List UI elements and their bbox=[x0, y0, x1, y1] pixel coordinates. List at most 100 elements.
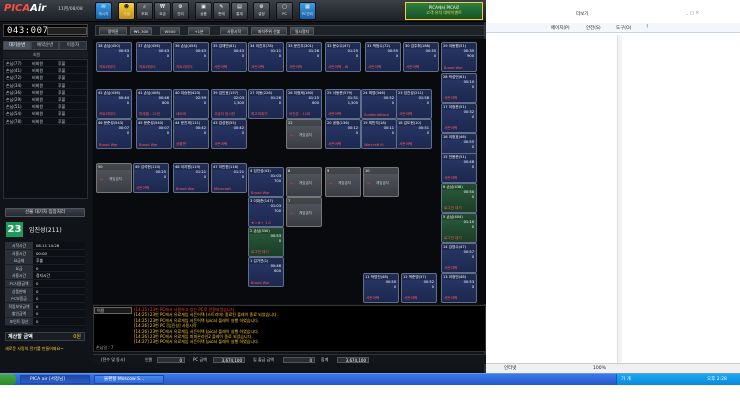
seat-24[interactable]: 24 최영(346) 00:52 0 SuddenAttack bbox=[361, 89, 397, 119]
message-button[interactable]: ✉ 메시지 bbox=[95, 2, 112, 20]
seat-50-empty[interactable]: 50 ⇠ 게임금지 bbox=[96, 163, 132, 193]
notice-link[interactable]: 새로운 사랑의 전기를 만들어봐요~ bbox=[5, 345, 85, 353]
seat-45[interactable]: 45 문준성(540) 00:07 0 Brood War bbox=[136, 119, 172, 149]
tray-lang[interactable]: 가 개 bbox=[621, 374, 631, 385]
seat-8-empty[interactable]: 8 ⇠ 게임금지 bbox=[286, 167, 322, 197]
seat-48[interactable]: 48 이지원(119) 01:21 0 Brood War bbox=[173, 163, 209, 193]
member-row[interactable]: 손님(29) 비회원 후불 bbox=[4, 96, 87, 104]
seat-23[interactable]: 23 임진성(211) 01:58 0 서든어택 bbox=[396, 89, 432, 119]
seat-17[interactable]: 17 이정준(51) 00:32 0 서든어택 bbox=[441, 103, 477, 133]
seat-44[interactable]: 44 문진재(111) 00:42 0 상황판 bbox=[173, 119, 209, 149]
member-row[interactable]: 손님(34) 비회원 후불 bbox=[4, 82, 87, 89]
sale-button[interactable]: ✎ 판매 bbox=[213, 2, 230, 20]
tab-users[interactable]: 이용자 bbox=[59, 41, 87, 50]
seat-11[interactable]: 11 박영진(48) 00:50 0 서든어택 bbox=[363, 273, 399, 303]
seat-31[interactable]: 31 박범수(72) 00:55 0 서든어택 bbox=[365, 42, 401, 72]
manage-button[interactable]: ⚙ 관리 bbox=[172, 2, 189, 20]
seat-2[interactable]: 2 손님(330) 00:53 0 로그인 대기 bbox=[248, 227, 284, 257]
ad-banner[interactable]: PICA에서 PICA로 고객 유치 대박이벤트 bbox=[405, 2, 483, 20]
seat-36[interactable]: 36 손님(454) 00:43 0 카트라이더 bbox=[173, 42, 209, 72]
menu-safety[interactable]: 안전(S) bbox=[586, 25, 601, 31]
seat-20[interactable]: 20 공정(136) 00:12 0 서든어택 bbox=[325, 119, 361, 149]
help-icon[interactable]: ? bbox=[646, 25, 648, 30]
prepaid-around-button[interactable]: 좌석주위 선불 bbox=[251, 27, 287, 35]
task-pica[interactable]: PICA air [서정님] bbox=[20, 375, 90, 384]
menu-more[interactable]: 더보기 bbox=[576, 11, 588, 17]
member-row[interactable]: 손님(72) 비회원 후불 bbox=[4, 74, 87, 82]
seat-30[interactable]: 30 김주휘(188) 00:35 0 서든어택 bbox=[403, 42, 439, 72]
fee-button[interactable]: ₩ 요금 bbox=[154, 2, 171, 20]
seat-47[interactable]: 47 이민한(116) 01:21 0 Minecraft bbox=[211, 163, 247, 193]
seat-42[interactable]: 42 손님(436) 00:44 0 카트라이더 bbox=[96, 89, 132, 119]
clock-input[interactable] bbox=[47, 27, 87, 35]
member-row[interactable]: 손님(77) 비회원 후불 bbox=[4, 60, 87, 68]
seat-40[interactable]: 40 이승현(423) 02:59 0 네이버 bbox=[173, 89, 209, 119]
seat-41[interactable]: 41 손님(408) 00:46 800 마계열 - 21단 bbox=[136, 89, 172, 119]
price-1300-button[interactable]: ₩1,300 bbox=[130, 27, 152, 35]
member-row[interactable]: 손님(54) 비회원 후불 bbox=[4, 110, 87, 118]
seat-14[interactable]: 14 김영수(47) 00:57 0 서든어택 bbox=[441, 243, 477, 273]
seat-15[interactable]: 15 전용준(51) 00:48 0 서든어택 bbox=[441, 153, 477, 183]
seat-26[interactable]: 26 이정제(180) 01:15 600 이건은 - 11바 bbox=[286, 89, 322, 119]
add-minute-button[interactable]: +1분 bbox=[188, 27, 210, 35]
seat-46[interactable]: 46 문준성(543) 00:07 0 Brood War bbox=[96, 119, 132, 149]
start-use-button[interactable]: 사용시작 bbox=[220, 27, 248, 35]
seat-5[interactable]: 5 손님(404) 01:10 0 로그인 대기 bbox=[441, 213, 477, 243]
seat-19[interactable]: 19 최민석(18) 00:11 0 Warcraft III bbox=[361, 119, 397, 149]
menu-page[interactable]: 페이지(P) bbox=[551, 25, 570, 31]
seat-7-empty[interactable]: 7 ⇠ 게임금지 bbox=[286, 197, 322, 227]
seat-12[interactable]: 12 박준영(37) 00:52 0 서든어택 bbox=[401, 273, 437, 303]
seat-25[interactable]: 25 서동준(579) 01:31 1,500 서든어택 bbox=[325, 89, 361, 119]
seat-49[interactable]: 49 김석현(110) 00:25 0 서든어택 bbox=[133, 163, 169, 193]
pc-manage-button[interactable]: ▦ PC관리 bbox=[299, 2, 316, 20]
id-button[interactable]: ☻ 식별 bbox=[118, 2, 135, 20]
stats-button[interactable]: ▤ 통계 bbox=[231, 2, 248, 20]
seat-13[interactable]: 13 이정민(48) 00:53 0 서든어택 bbox=[441, 273, 477, 303]
seat-39[interactable]: 39 김인호(157) 02:03 1,300 고급이 잠시만 bbox=[211, 89, 247, 119]
seat-number: 20 bbox=[327, 121, 332, 125]
browser-menu: 더보기 _ □ ✕ bbox=[486, 5, 740, 21]
seat-22-empty[interactable]: 22 ⇠ 게임금지 bbox=[286, 119, 322, 149]
pc-button[interactable]: ▢ PC bbox=[276, 2, 293, 20]
member-row[interactable]: 손님(36) 비회원 후불 bbox=[4, 89, 87, 96]
menu-tools[interactable]: 도구(O) bbox=[616, 25, 631, 31]
seat-35[interactable]: 35 김재민(61) 00:43 0 서든어택 bbox=[211, 42, 247, 72]
seat-18[interactable]: 18 김도현(10) 00:51 0 서든어택 bbox=[396, 119, 432, 149]
zoom-label[interactable]: 100% bbox=[593, 364, 606, 373]
seat-38[interactable]: 38 손님(450) 00:43 0 카트라이더 bbox=[96, 42, 132, 72]
seat-9-empty[interactable]: 9 ⇠ 게임금지 bbox=[325, 167, 361, 197]
price-500-button[interactable]: W500 bbox=[160, 27, 180, 35]
seat-6[interactable]: 6 손님(438) 00:50 0 로그인 대기 bbox=[441, 183, 477, 213]
goods-button[interactable]: ▣ 상품 bbox=[195, 2, 212, 20]
pause-button[interactable]: 일시정지 bbox=[290, 27, 314, 35]
seat-28[interactable]: 28 박성민(61) 00:10 0 서든어택 bbox=[441, 73, 477, 103]
tab-wait[interactable]: 대기순번 bbox=[3, 41, 31, 50]
seat-3[interactable]: 3 이대준(147) 01:03 700 ★☆★☆ 1.0 bbox=[248, 197, 284, 227]
total-due: 계산할 금액 0원 bbox=[5, 332, 85, 341]
prepaid-dropdown[interactable]: 정액권 bbox=[99, 27, 127, 35]
settings-button[interactable]: ⚙ 설정 bbox=[253, 2, 270, 20]
seat-32[interactable]: 32 문수수(47) 01:25 0 서든어택 - W bbox=[325, 42, 361, 72]
log-filter-select[interactable]: 이용 bbox=[94, 307, 132, 314]
task-browser[interactable]: 불편할 Moscow S... bbox=[94, 375, 164, 384]
member-row[interactable]: 손님(51) 비회원 후불 bbox=[4, 103, 87, 111]
seat-29[interactable]: 29 이동원(51) 00:35 900 Brood War bbox=[441, 42, 477, 72]
tab-reserve[interactable]: 예약순번 bbox=[31, 41, 59, 50]
seat-4[interactable]: 4 임진성(43) 01:03 700 Brood War bbox=[248, 167, 284, 197]
info-value: 0 bbox=[36, 288, 39, 294]
window-controls-icon[interactable]: _ □ ✕ bbox=[686, 11, 699, 16]
member-row[interactable]: 손님(78) 비회원 후불 bbox=[4, 118, 87, 125]
seat-27[interactable]: 27 이동(226) 01:26 0 최고의위기 bbox=[248, 89, 284, 119]
seat-43[interactable]: 43 김성현(55) 00:42 0 서든어택 bbox=[211, 119, 247, 149]
seat-33[interactable]: 33 문진우(301) 01:26 0 서든어택 bbox=[286, 42, 322, 72]
start-button[interactable] bbox=[0, 374, 16, 385]
seat-10-empty[interactable]: 10 ⇠ 게임금지 bbox=[363, 167, 399, 197]
seat-37[interactable]: 37 손님(456) 00:43 0 카트라이더 bbox=[136, 42, 172, 72]
seat-34[interactable]: 34 이진우(78) 01:11 0 서든어택 bbox=[248, 42, 284, 72]
member-row[interactable]: 손님(41) 비회원 후불 bbox=[4, 67, 87, 75]
browser-scrollbar[interactable] bbox=[617, 35, 622, 365]
wait-entry-button[interactable]: 선불 대기자 입장처리 bbox=[5, 208, 85, 217]
search-button[interactable]: ⌕ 조회 bbox=[136, 2, 153, 20]
seat-number: 1 bbox=[250, 259, 253, 263]
seat-1[interactable]: 1 김가연(1) 00:46 600 Brood War bbox=[248, 257, 284, 287]
